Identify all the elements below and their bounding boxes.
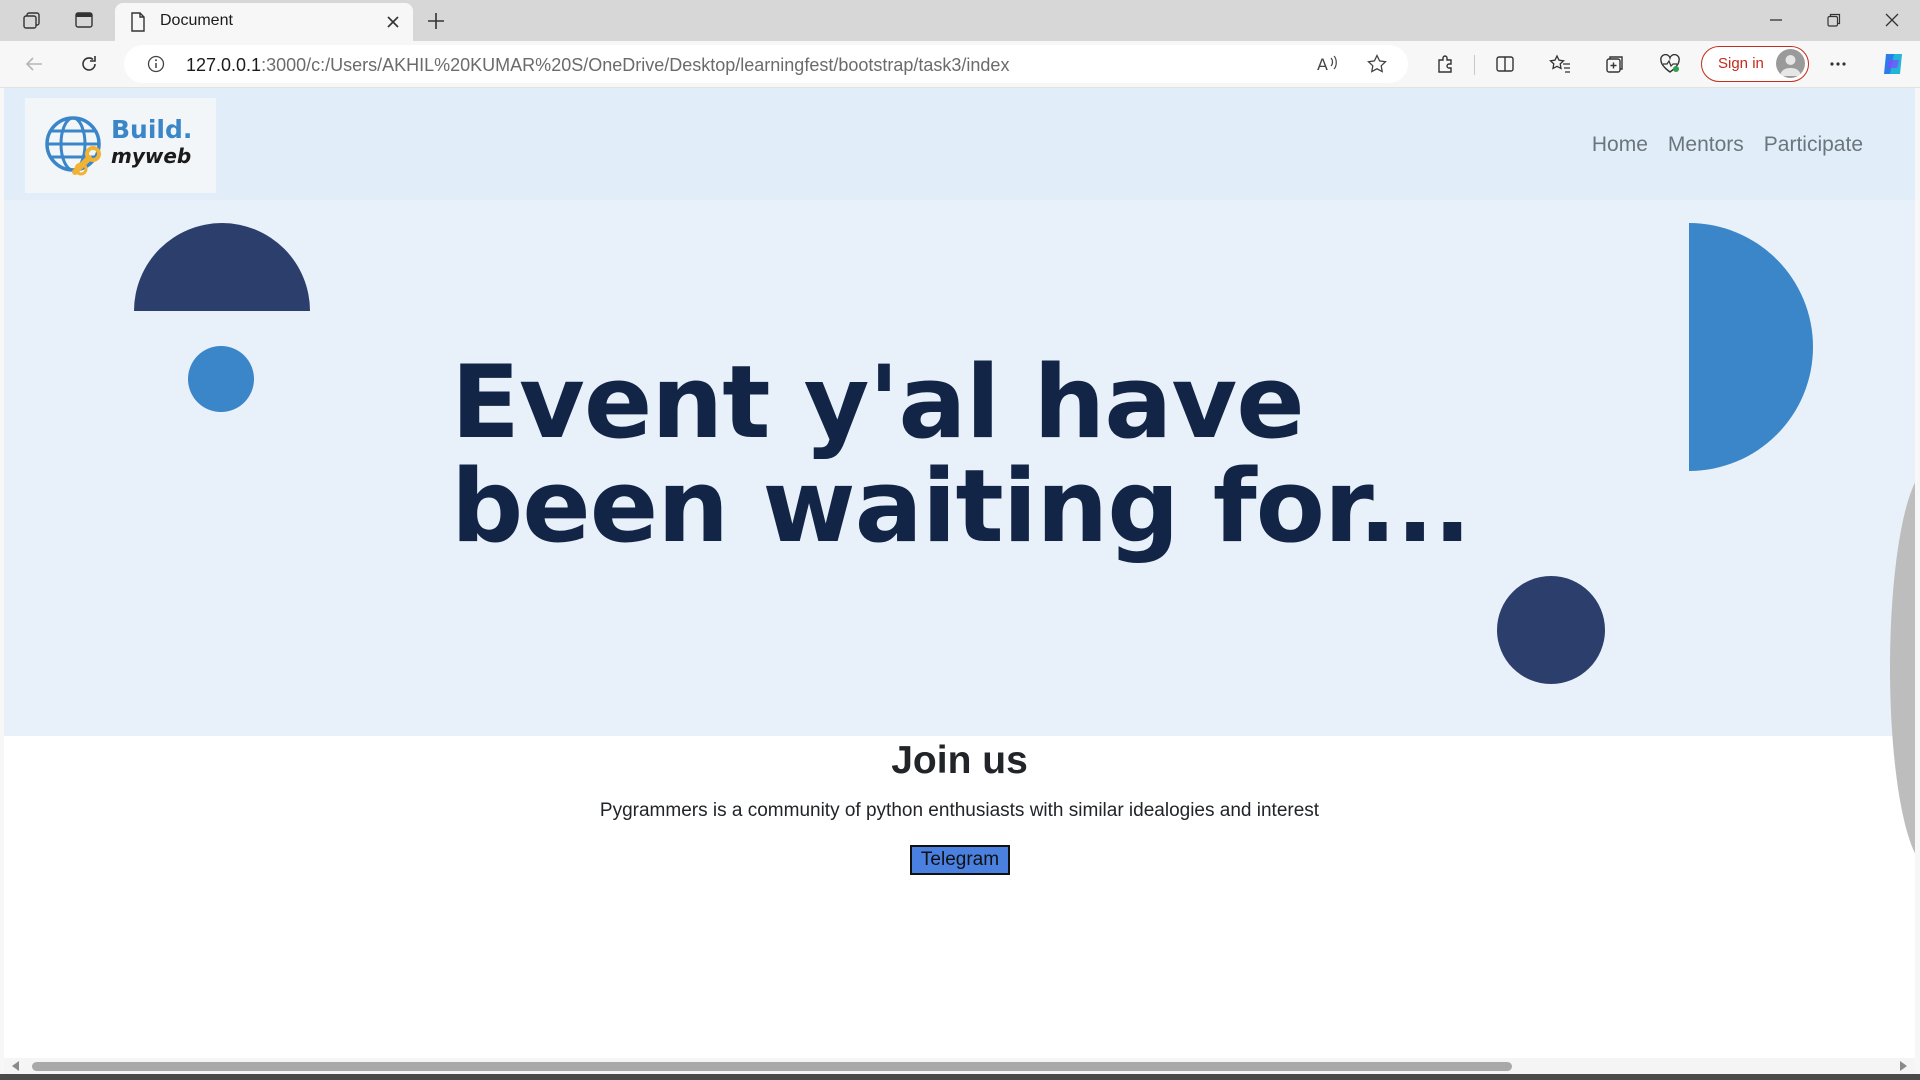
- browser-tab-active[interactable]: Document: [115, 3, 413, 41]
- document-icon: [130, 12, 146, 37]
- scrollbar-thumb[interactable]: [32, 1062, 1512, 1071]
- favorites-icon[interactable]: [1542, 47, 1578, 81]
- scroll-left-arrow-icon[interactable]: [12, 1061, 19, 1071]
- logo-build-text: Build.: [111, 115, 193, 144]
- telegram-button[interactable]: Telegram: [910, 845, 1010, 875]
- url-text[interactable]: 127.0.0.1:3000/c:/Users/AKHIL%20KUMAR%20…: [186, 55, 1009, 76]
- toolbar-divider: [1474, 55, 1475, 75]
- nav-link-home[interactable]: Home: [1592, 133, 1648, 157]
- extensions-icon[interactable]: [1427, 47, 1463, 81]
- more-options-icon[interactable]: [1820, 47, 1856, 81]
- profile-avatar-icon: [1776, 49, 1805, 78]
- hero-headline: Event y'al have been waiting for...: [451, 350, 1651, 558]
- close-window-icon[interactable]: [1864, 0, 1920, 40]
- collections-icon[interactable]: [1597, 47, 1633, 81]
- minimize-icon[interactable]: [1748, 0, 1804, 40]
- back-arrow-icon[interactable]: [16, 47, 52, 81]
- window-bottom-border: [0, 1074, 1920, 1080]
- nav-link-mentors[interactable]: Mentors: [1668, 133, 1744, 157]
- site-logo[interactable]: Build. myweb: [25, 98, 216, 193]
- performance-heart-icon[interactable]: [1652, 47, 1688, 81]
- restore-icon[interactable]: [1806, 0, 1862, 40]
- logo-myweb-text: myweb: [111, 144, 192, 168]
- sign-in-button[interactable]: Sign in: [1701, 46, 1809, 82]
- page-viewport: Event y'al have been waiting for... Buil…: [4, 88, 1915, 1058]
- globe-wrench-icon: [43, 114, 109, 185]
- blue-small-circle-shape: [188, 346, 254, 412]
- hero-headline-line-1: Event y'al have: [451, 343, 1305, 461]
- svg-text:A: A: [1317, 55, 1328, 74]
- join-us-description: Pygrammers is a community of python enth…: [599, 800, 1320, 821]
- browser-tab-bar: Document: [0, 0, 1920, 41]
- read-aloud-icon[interactable]: A: [1316, 54, 1338, 79]
- vertical-tabs-icon[interactable]: [66, 4, 102, 36]
- site-info-icon[interactable]: [147, 55, 165, 78]
- address-bar[interactable]: 127.0.0.1:3000/c:/Users/AKHIL%20KUMAR%20…: [124, 45, 1408, 83]
- close-tab-icon[interactable]: [381, 10, 405, 34]
- window-right-edge: [1915, 88, 1920, 1074]
- site-navbar: Build. myweb Home Mentors Participate: [4, 88, 1915, 200]
- join-us-heading: Join us: [891, 739, 1028, 782]
- sign-in-label: Sign in: [1718, 55, 1764, 72]
- copilot-icon[interactable]: [1875, 47, 1911, 81]
- split-screen-icon[interactable]: [1487, 47, 1523, 81]
- tab-title: Document: [160, 12, 233, 29]
- new-tab-icon[interactable]: [420, 5, 452, 37]
- workspaces-icon[interactable]: [14, 4, 50, 36]
- navy-circle-shape: [1497, 576, 1605, 684]
- favorite-star-icon[interactable]: [1367, 54, 1387, 79]
- nav-links: Home Mentors Participate: [1592, 133, 1863, 157]
- horizontal-scrollbar[interactable]: [4, 1058, 1915, 1074]
- scroll-right-arrow-icon[interactable]: [1900, 1061, 1907, 1071]
- navy-half-circle-shape: [134, 223, 310, 311]
- blue-half-circle-shape: [1689, 223, 1813, 471]
- hero-headline-line-2: been waiting for...: [451, 447, 1472, 565]
- nav-link-participate[interactable]: Participate: [1764, 133, 1863, 157]
- browser-toolbar: 127.0.0.1:3000/c:/Users/AKHIL%20KUMAR%20…: [0, 41, 1920, 88]
- reload-icon[interactable]: [71, 47, 107, 81]
